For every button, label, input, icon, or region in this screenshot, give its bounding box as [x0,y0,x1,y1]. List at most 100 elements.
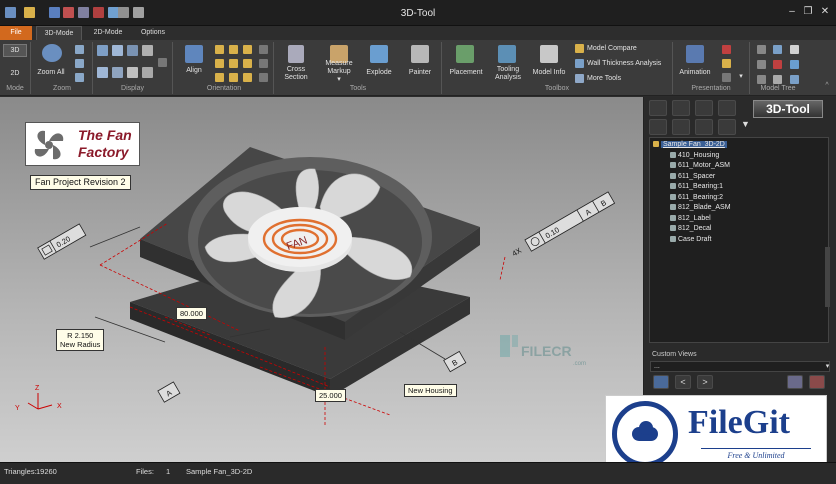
zoom-in-icon[interactable] [75,45,84,54]
dimension-80[interactable]: 80.000 [176,307,207,320]
mode-2d-button[interactable]: 2D [3,68,27,81]
delete-view-icon[interactable] [809,375,825,389]
maximize-button[interactable]: ❐ [801,6,815,17]
next-view-button[interactable]: > [697,375,713,389]
prev-view-button[interactable]: < [675,375,691,389]
view-front-icon[interactable] [215,45,224,54]
custom-views-select[interactable]: ... [650,361,830,372]
tree-item[interactable]: 812_Label [670,214,711,223]
zoom-all-button[interactable]: Zoom All [32,69,70,77]
panel-hide-icon[interactable] [672,100,690,116]
hidden-lines-icon[interactable] [127,45,138,56]
presentation-dropdown[interactable]: ▾ [737,73,745,81]
lighting-icon[interactable] [142,67,153,78]
model-tree[interactable]: Sample Fan_3D-2D 410_Housing 611_Motor_ASM… [649,137,829,343]
datum-a-box[interactable]: A [157,381,181,403]
panel-show-all-icon[interactable] [695,100,713,116]
tree-scrollbar[interactable] [825,247,830,307]
tab-2d-mode[interactable]: 2D-Mode [86,26,130,40]
tree-item[interactable]: 611_Bearing:1 [670,182,723,191]
model-info-button[interactable]: Model Info [529,69,569,77]
panel-tree-icon[interactable] [649,119,667,135]
view-bottom-icon[interactable] [229,59,238,68]
tree-isolate-icon[interactable] [773,75,782,84]
datum-b-box[interactable]: B [443,350,467,373]
tolerance-frame-left[interactable]: 0.20 [37,223,87,260]
fan-model[interactable]: FAN 0.20 0.10 A B 4X A B Z X Y FILECR .c… [0,97,644,462]
tree-item[interactable]: 410_Housing [670,151,719,160]
rotate-icon[interactable] [259,45,268,54]
flip-icon[interactable] [259,59,268,68]
painter-button[interactable]: Painter [402,69,438,77]
group-presentation: Presentation [691,85,731,92]
add-view-icon[interactable] [653,375,669,389]
panel-transparent-icon[interactable] [718,100,736,116]
tree-expand-icon[interactable] [757,45,766,54]
silhouette-icon[interactable] [112,67,123,78]
tree-show-icon[interactable] [790,60,799,69]
transparency-icon[interactable] [142,45,153,56]
collapse-ribbon-icon[interactable]: ^ [822,82,832,90]
view-back-icon[interactable] [215,59,224,68]
measure-markup-button[interactable]: Measure Markup ▾ [318,60,360,84]
tree-sort-icon[interactable] [757,75,766,84]
funnel-icon[interactable]: ▼ [741,119,751,129]
view-left-icon[interactable] [243,59,252,68]
tree-item[interactable]: 812_Blade_ASM [670,203,731,212]
tree-list-icon[interactable] [790,45,799,54]
orientation-more-icon[interactable] [259,73,268,82]
radius-dimension[interactable]: R 2.150 New Radius [56,329,105,351]
tree-select-icon[interactable] [790,75,799,84]
dimension-25[interactable]: 25.000 [315,389,346,402]
edges-icon[interactable] [97,67,108,78]
tab-file[interactable]: File [0,26,32,40]
divider [30,42,31,94]
zoom-window-icon[interactable] [75,59,84,68]
tooling-analysis-button[interactable]: Tooling Analysis [488,66,528,82]
presentation-more-icon[interactable] [722,73,731,82]
perspective-icon[interactable] [127,67,138,78]
tree-item[interactable]: Case Draft [670,235,711,244]
panel-eye-icon[interactable] [649,100,667,116]
close-button[interactable]: ✕ [818,6,832,17]
record-icon[interactable] [722,45,731,54]
view-iso-icon[interactable] [215,73,224,82]
save-view-icon[interactable] [787,375,803,389]
slides-icon[interactable] [722,59,731,68]
view-top-icon[interactable] [229,45,238,54]
view-iso3-icon[interactable] [243,73,252,82]
zoom-out-icon[interactable] [75,73,84,82]
mode-3d-button[interactable]: 3D [3,44,27,57]
wireframe-icon[interactable] [112,45,123,56]
tree-hide-icon[interactable] [773,60,782,69]
placement-button[interactable]: Placement [446,69,486,77]
shaded-icon[interactable] [97,45,108,56]
tree-collapse-icon[interactable] [757,60,766,69]
explode-button[interactable]: Explode [362,69,396,77]
tree-item[interactable]: 812_Decal [670,224,711,233]
panel-check-icon[interactable] [695,119,713,135]
animation-button[interactable]: Animation [675,69,715,77]
tree-item[interactable]: 611_Spacer [670,172,715,181]
wall-thickness-button[interactable]: Wall Thickness Analysis [587,60,661,68]
view-iso2-icon[interactable] [229,73,238,82]
panel-more-icon[interactable] [718,119,736,135]
tree-filter-icon[interactable] [773,45,782,54]
tab-options[interactable]: Options [134,26,172,40]
tree-item[interactable]: 611_Bearing:2 [670,193,723,202]
view-right-icon[interactable] [243,45,252,54]
minimize-button[interactable]: – [785,6,799,17]
panel-filter-icon[interactable] [672,119,690,135]
tree-root[interactable]: Sample Fan_3D-2D [653,140,727,149]
display-more-icon[interactable] [158,58,167,67]
more-tools-button[interactable]: More Tools [587,75,621,83]
new-housing-label[interactable]: New Housing [404,384,457,397]
tree-item[interactable]: 611_Motor_ASM [670,161,730,170]
tolerance-frame-right[interactable]: 0.10 A B [524,191,616,252]
chevron-down-icon[interactable]: ▾ [823,361,832,372]
3d-viewport[interactable]: The Fan Factory Fan Project Revision 2 F… [0,97,644,462]
align-button[interactable]: Align [178,67,210,75]
tab-3d-mode[interactable]: 3D-Mode [36,26,82,40]
cross-section-button[interactable]: Cross Section [278,66,314,82]
model-compare-button[interactable]: Model Compare [587,45,637,53]
